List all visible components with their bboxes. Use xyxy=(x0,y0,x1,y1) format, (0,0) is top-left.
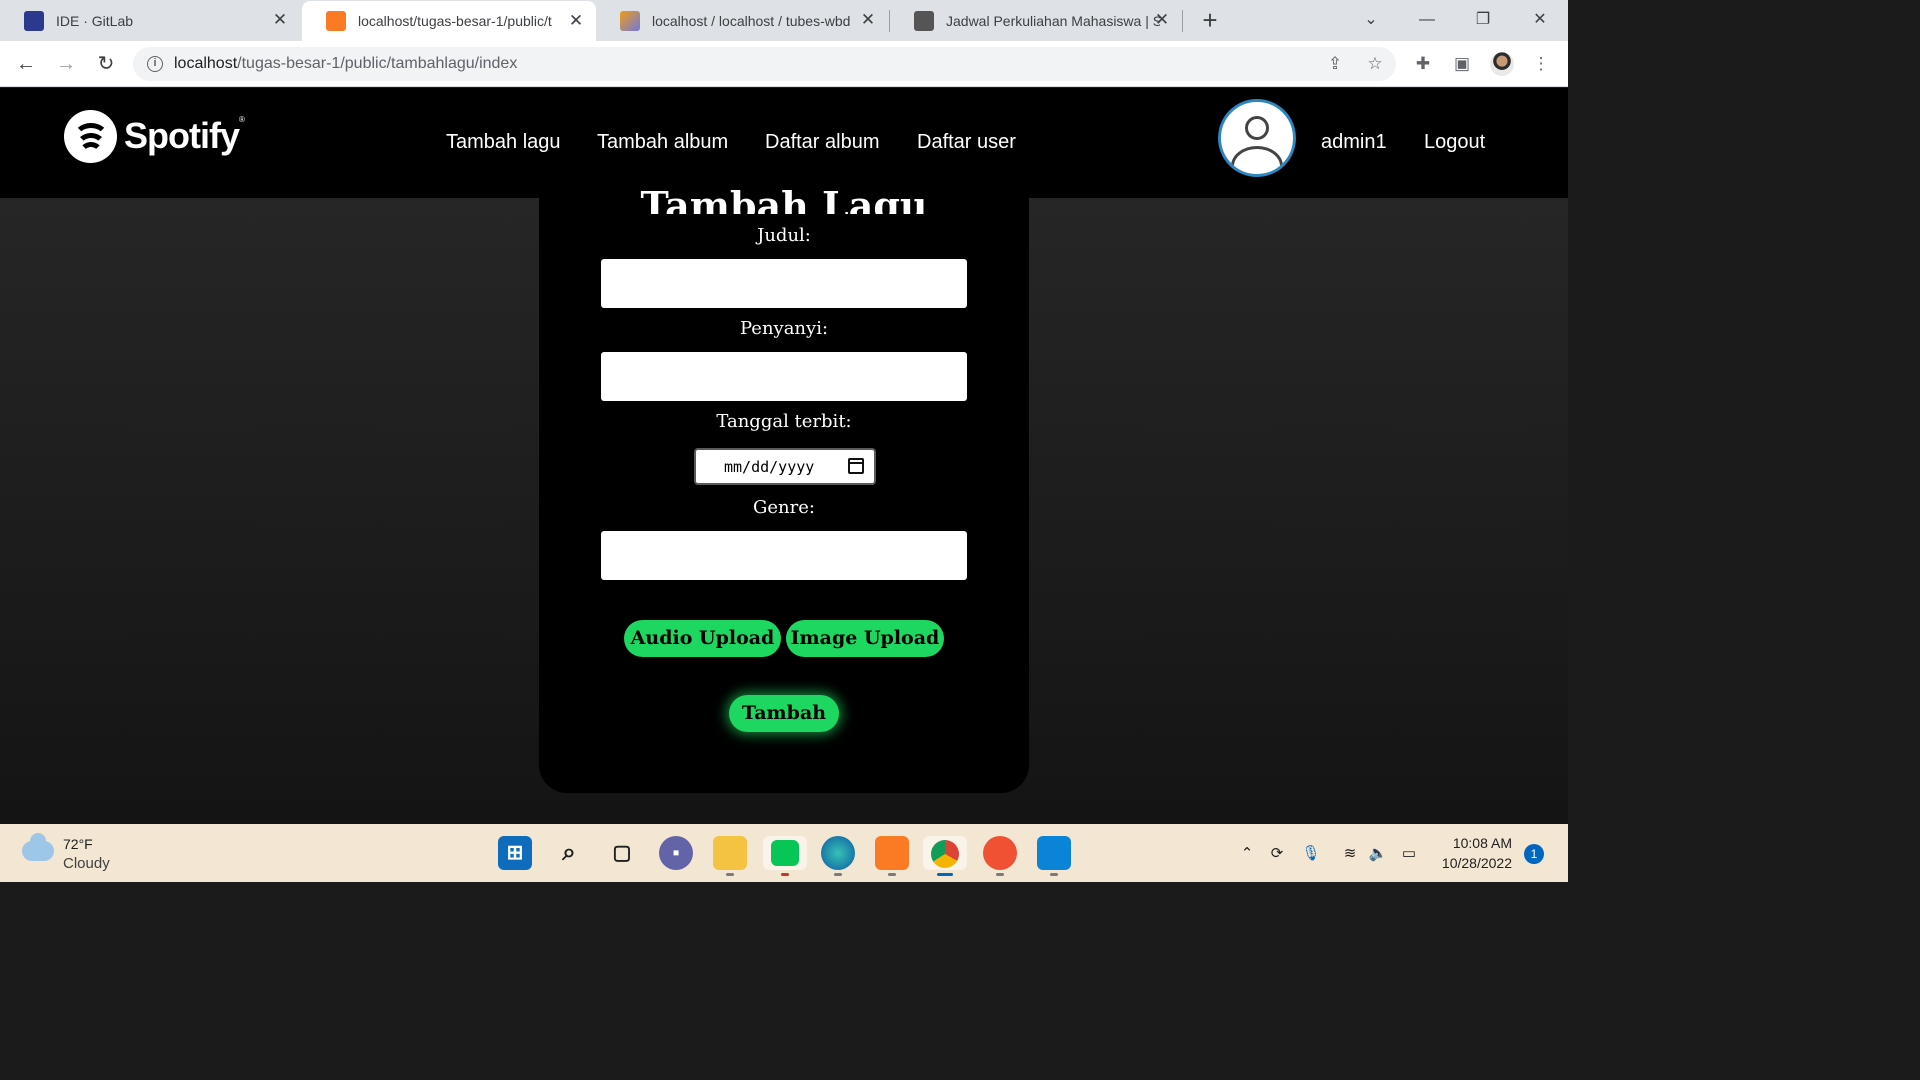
notification-badge[interactable]: 1 xyxy=(1524,844,1544,864)
browser-tab-phpmyadmin[interactable]: localhost / localhost / tubes-wbd ✕ xyxy=(596,0,888,41)
url-host: localhost xyxy=(174,55,238,72)
microphone-icon[interactable]: 🎙 xyxy=(1300,843,1322,865)
browser-toolbar: ← → ↻ i localhost/tugas-besar-1/public/t… xyxy=(0,41,1568,87)
git-icon[interactable] xyxy=(983,836,1017,876)
task-view-icon[interactable]: ▢ xyxy=(605,836,639,870)
penyanyi-label: Penyanyi: xyxy=(739,318,829,339)
close-window-icon[interactable]: ✕ xyxy=(1526,6,1554,34)
wifi-icon[interactable]: ≋ xyxy=(1339,843,1361,865)
weather-description[interactable]: Cloudy xyxy=(63,855,110,872)
site-info-icon[interactable]: i xyxy=(147,56,163,72)
cloudy-weather-icon[interactable] xyxy=(22,833,54,861)
side-panel-icon[interactable]: ▣ xyxy=(1449,51,1475,77)
site-header: Spotify® Tambah lagu Tambah album Daftar… xyxy=(0,88,1568,198)
search-icon[interactable]: ⌕ xyxy=(552,836,586,870)
volume-icon[interactable]: 🔈 xyxy=(1367,843,1389,865)
spotify-logo[interactable]: Spotify® xyxy=(64,109,245,163)
tab-title: localhost/tugas-besar-1/public/t xyxy=(358,13,552,29)
clock-time[interactable]: 10:08 AM xyxy=(1440,835,1512,851)
phpmyadmin-icon xyxy=(620,10,640,31)
new-tab-button[interactable]: + xyxy=(1196,6,1224,34)
tanggal-terbit-input[interactable]: mm/dd/yyyy xyxy=(694,448,876,485)
sync-icon[interactable]: ⟳ xyxy=(1266,843,1288,865)
battery-icon[interactable]: ▭ xyxy=(1398,843,1420,865)
tab-title: Jadwal Perkuliahan Mahasiswa | S xyxy=(946,12,1160,29)
spotify-logo-icon xyxy=(64,109,117,163)
chrome-app[interactable] xyxy=(923,836,967,876)
image-upload-button[interactable]: Image Upload xyxy=(786,620,944,657)
calendar-icon[interactable] xyxy=(848,458,864,474)
tanggal-terbit-label: Tanggal terbit: xyxy=(716,411,852,432)
main-content: Tambah Lagu Judul: Penyanyi: Tanggal ter… xyxy=(0,184,1568,824)
logout-link[interactable]: Logout xyxy=(1424,131,1485,154)
close-tab-icon[interactable]: ✕ xyxy=(858,10,878,30)
url-text: localhost/tugas-besar-1/public/tambahlag… xyxy=(174,55,517,73)
back-icon[interactable]: ← xyxy=(12,50,40,78)
address-bar[interactable]: i localhost/tugas-besar-1/public/tambahl… xyxy=(133,47,1396,81)
chevron-up-icon[interactable]: ⌃ xyxy=(1236,843,1258,865)
gitlab-ide-icon xyxy=(24,10,44,31)
weather-temperature[interactable]: 72°F xyxy=(63,836,93,852)
windows-taskbar: 72°F Cloudy ⊞ ⌕ ▢ ▪ ⌃ ⟳ 🎙 ≋ 🔈 ▭ 10:08 AM… xyxy=(0,824,1568,882)
nav-daftar-album[interactable]: Daftar album xyxy=(765,131,880,154)
reload-icon[interactable]: ↻ xyxy=(92,50,120,78)
close-tab-icon[interactable]: ✕ xyxy=(270,10,290,30)
xampp-icon xyxy=(326,11,346,31)
close-tab-icon[interactable]: ✕ xyxy=(1152,10,1172,30)
tambah-submit-button[interactable]: Tambah xyxy=(729,695,839,732)
campus-icon xyxy=(914,10,934,31)
browser-tab-strip: IDE · GitLab ✕ localhost/tugas-besar-1/p… xyxy=(0,0,1568,41)
form-title: Tambah Lagu xyxy=(640,184,928,214)
bookmark-star-icon[interactable]: ☆ xyxy=(1363,52,1387,76)
tambah-lagu-form: Tambah Lagu Judul: Penyanyi: Tanggal ter… xyxy=(539,184,1029,793)
browser-tab-jadwal[interactable]: Jadwal Perkuliahan Mahasiswa | S ✕ xyxy=(890,0,1182,41)
nav-tambah-album[interactable]: Tambah album xyxy=(597,131,728,154)
minimize-icon[interactable]: — xyxy=(1413,6,1441,34)
share-icon[interactable]: ⇪ xyxy=(1323,52,1347,76)
close-tab-icon[interactable]: ✕ xyxy=(566,11,586,31)
trademark-mark: ® xyxy=(239,115,245,124)
user-avatar-icon[interactable] xyxy=(1218,99,1296,177)
judul-input[interactable] xyxy=(601,259,967,308)
genre-label: Genre: xyxy=(753,497,815,518)
clock-date[interactable]: 10/28/2022 xyxy=(1430,855,1512,871)
tab-title: IDE · GitLab xyxy=(56,12,134,29)
xampp-taskbar-icon[interactable] xyxy=(875,836,909,876)
forward-icon[interactable]: → xyxy=(52,50,80,78)
tab-search-icon[interactable]: ⌄ xyxy=(1357,6,1385,34)
line-icon xyxy=(771,840,799,866)
penyanyi-input[interactable] xyxy=(601,352,967,401)
line-app[interactable] xyxy=(763,836,807,876)
browser-tab-gitlab[interactable]: IDE · GitLab ✕ xyxy=(0,0,300,41)
genre-input[interactable] xyxy=(601,531,967,580)
nav-daftar-user[interactable]: Daftar user xyxy=(917,131,1016,154)
menu-kebab-icon[interactable]: ⋮ xyxy=(1528,51,1554,77)
vscode-icon[interactable] xyxy=(1037,836,1071,876)
tab-separator xyxy=(1182,10,1183,32)
restore-icon[interactable]: ❐ xyxy=(1469,6,1497,34)
brand-name: Spotify® xyxy=(124,115,245,156)
browser-tab-tambahlagu[interactable]: localhost/tugas-besar-1/public/t ✕ xyxy=(302,1,596,41)
audio-upload-button[interactable]: Audio Upload xyxy=(624,620,781,657)
tab-title: localhost / localhost / tubes-wbd xyxy=(652,12,851,29)
username-link[interactable]: admin1 xyxy=(1321,131,1387,154)
edge-icon[interactable] xyxy=(821,836,855,876)
nav-tambah-lagu[interactable]: Tambah lagu xyxy=(446,131,561,154)
url-path: /tugas-besar-1/public/tambahlagu/index xyxy=(237,55,518,72)
chrome-icon xyxy=(931,840,959,868)
browser-profile-avatar[interactable] xyxy=(1490,52,1514,76)
start-icon[interactable]: ⊞ xyxy=(498,836,532,870)
file-explorer-icon[interactable] xyxy=(713,836,747,876)
extensions-icon[interactable]: ✚ xyxy=(1410,51,1436,77)
chat-icon[interactable]: ▪ xyxy=(659,836,693,870)
date-placeholder: mm/dd/yyyy xyxy=(724,458,815,476)
judul-label: Judul: xyxy=(757,225,811,246)
